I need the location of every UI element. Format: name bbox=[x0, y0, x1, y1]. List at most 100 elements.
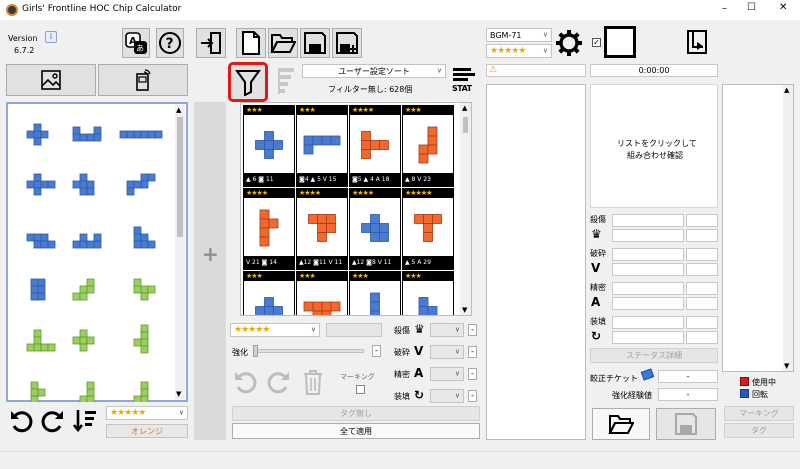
chip-stat-minus[interactable]: - bbox=[468, 368, 477, 380]
filter-button[interactable] bbox=[228, 62, 268, 102]
chip-rotate-right[interactable] bbox=[264, 366, 294, 398]
result-stat-field bbox=[612, 248, 684, 261]
device-button[interactable] bbox=[98, 64, 188, 96]
stat-button[interactable]: STAT bbox=[450, 64, 480, 98]
shape-green-5[interactable] bbox=[133, 324, 149, 354]
character-select[interactable]: BGM-71 ∨ bbox=[486, 28, 552, 42]
result-stat-field bbox=[612, 229, 684, 242]
chip-stat-minus[interactable]: - bbox=[468, 390, 477, 402]
shape-green-2[interactable] bbox=[133, 278, 156, 301]
color-preview-button[interactable] bbox=[604, 26, 636, 58]
new-file-button[interactable] bbox=[236, 28, 266, 58]
shape-green-3[interactable] bbox=[26, 329, 56, 352]
preset-list-scrollbar[interactable]: ▲ ▼ bbox=[783, 85, 793, 371]
load-button[interactable] bbox=[592, 408, 650, 440]
shape-green-6[interactable] bbox=[30, 381, 46, 402]
warning-icon: ⚠ bbox=[489, 65, 498, 75]
chip-card[interactable]: ★★★★ V 21 ◙ 14 bbox=[243, 188, 295, 270]
chip-card[interactable]: ★★★ bbox=[402, 271, 454, 315]
tag-none-button[interactable]: タグ無し bbox=[232, 406, 480, 421]
title-bar: Girls' Frontline HOC Chip Calculator – ☐… bbox=[0, 0, 800, 20]
shape-blue-u[interactable] bbox=[72, 126, 102, 142]
shape-blue-cross-1[interactable] bbox=[26, 123, 49, 146]
chip-card[interactable]: ★★★ ◙4 ▲ 5 V 15 bbox=[296, 105, 348, 187]
result-stat-field bbox=[686, 214, 718, 227]
rotate-left-button[interactable] bbox=[6, 406, 36, 436]
add-column[interactable]: + bbox=[194, 102, 226, 440]
chip-stat-minus[interactable]: - bbox=[468, 324, 477, 336]
sort-button[interactable] bbox=[70, 406, 100, 436]
delete-button[interactable] bbox=[298, 366, 328, 398]
chip-shapes bbox=[26, 123, 163, 402]
close-button[interactable]: ✕ bbox=[779, 2, 787, 13]
save-result-button[interactable] bbox=[656, 408, 716, 440]
status-detail-button[interactable]: ステータス詳細 bbox=[590, 348, 718, 363]
marking-button[interactable]: マーキング bbox=[724, 406, 794, 421]
scrollbar-thumb[interactable] bbox=[177, 117, 183, 237]
chip-card[interactable]: ★★★ ▲ 6 ◙ 11 bbox=[243, 105, 295, 187]
card-grid-scrollbar[interactable]: ▲ ▼ bbox=[460, 103, 471, 315]
import-button[interactable] bbox=[196, 28, 226, 58]
left-color-select[interactable]: オレンジ bbox=[106, 424, 188, 438]
result-stat-field bbox=[612, 282, 684, 295]
info-icon[interactable]: i bbox=[45, 31, 57, 43]
help-button[interactable]: ? bbox=[156, 28, 184, 58]
enable-checkbox[interactable]: ✓ bbox=[592, 38, 601, 47]
chip-card[interactable]: ★★★★★ ▲ 5 A 29 bbox=[402, 188, 454, 270]
shape-green-4[interactable] bbox=[72, 329, 95, 352]
chip-field-1[interactable] bbox=[326, 323, 382, 337]
apply-all-button[interactable]: 全て適用 bbox=[232, 423, 480, 439]
chip-card[interactable]: ★★★★ ▲12 ◙8 V 11 bbox=[349, 188, 401, 270]
chip-stat-select[interactable]: ∨ bbox=[430, 389, 464, 403]
chip-card[interactable]: ★★★ bbox=[349, 271, 401, 315]
result-stat-field bbox=[612, 331, 684, 344]
maximize-button[interactable]: ☐ bbox=[747, 2, 756, 13]
chip-card[interactable]: ★★★★ ◙5 ▲ 4 A 18 bbox=[349, 105, 401, 187]
chip-card[interactable]: ★★★ bbox=[243, 271, 295, 315]
chip-stat-select[interactable]: ∨ bbox=[430, 367, 464, 381]
shape-blue-cross-2[interactable] bbox=[26, 173, 56, 196]
enhance-minus[interactable]: - bbox=[372, 345, 381, 357]
chip-shape-list[interactable]: ▲ ▼ bbox=[6, 102, 188, 402]
shape-list-scrollbar[interactable]: ▲ ▼ bbox=[175, 105, 185, 399]
chip-stat-select[interactable]: ∨ bbox=[430, 345, 464, 359]
tag-button[interactable]: タグ bbox=[724, 423, 794, 438]
shape-blue-tee[interactable] bbox=[72, 173, 95, 196]
chip-card-grid[interactable]: ★★★ ▲ 6 ◙ 11 ★★★ ◙4 ▲ 5 V 15 ★★★★ ◙5 ▲ 4 A 18… bbox=[240, 102, 472, 316]
shape-green-1[interactable] bbox=[72, 278, 95, 301]
open-folder-button[interactable] bbox=[268, 28, 298, 58]
preset-list[interactable]: ▲ ▼ bbox=[722, 84, 794, 372]
sort-select[interactable]: ユーザー設定ソート ∨ bbox=[302, 64, 446, 78]
sort-order-icon[interactable] bbox=[276, 64, 296, 98]
enhance-slider-thumb[interactable] bbox=[253, 345, 258, 357]
shape-blue-line[interactable] bbox=[119, 130, 163, 139]
shape-blue-square[interactable] bbox=[30, 278, 46, 301]
chip-card[interactable]: ★★★ ▲ 8 V 23 bbox=[402, 105, 454, 187]
shape-blue-corner[interactable] bbox=[133, 226, 156, 249]
settings-button[interactable] bbox=[554, 28, 584, 58]
character-star-select[interactable]: ★★★★★ ∨ bbox=[486, 44, 552, 58]
chip-rotate-left[interactable] bbox=[230, 366, 260, 398]
save-button[interactable] bbox=[300, 28, 330, 58]
chip-card[interactable]: ★★★ bbox=[296, 271, 348, 315]
enhance-slider[interactable] bbox=[253, 345, 364, 357]
chip-stat-select[interactable]: ∨ bbox=[430, 323, 464, 337]
run-button[interactable] bbox=[682, 26, 714, 58]
save-as-button[interactable] bbox=[332, 28, 362, 58]
chip-card[interactable]: ★★★★ ▲12 ◙11 V 11 bbox=[296, 188, 348, 270]
marking-checkbox[interactable] bbox=[356, 385, 365, 394]
shape-blue-wide-2[interactable] bbox=[72, 233, 102, 249]
result-list[interactable] bbox=[486, 84, 586, 440]
shape-green-8[interactable] bbox=[133, 381, 149, 402]
chip-star-select[interactable]: ★★★★★ ∨ bbox=[230, 323, 320, 337]
shape-blue-step[interactable] bbox=[126, 173, 156, 196]
shape-green-7[interactable] bbox=[79, 381, 95, 402]
minimize-button[interactable]: – bbox=[722, 3, 727, 14]
image-button[interactable] bbox=[6, 64, 96, 96]
card-scrollbar-thumb[interactable] bbox=[463, 117, 468, 133]
language-button[interactable]: Aあ bbox=[122, 28, 150, 58]
chip-stat-minus[interactable]: - bbox=[468, 346, 477, 358]
rotate-right-button[interactable] bbox=[38, 406, 68, 436]
left-star-select[interactable]: ★★★★★ ∨ bbox=[106, 406, 188, 420]
shape-blue-wide-1[interactable] bbox=[26, 233, 56, 249]
